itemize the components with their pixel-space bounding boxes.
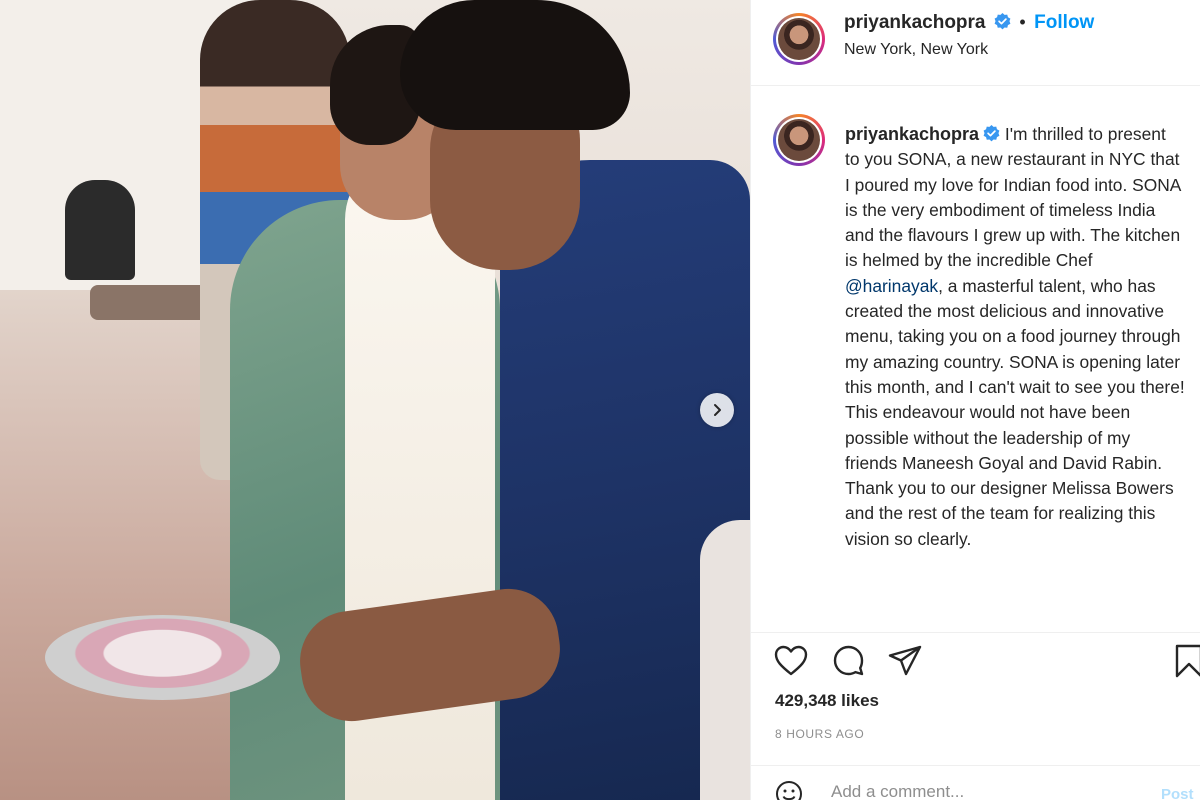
- comment-icon: [833, 645, 864, 676]
- comment-input[interactable]: [831, 782, 1111, 800]
- post-header: priyankachopra • Follow New York, New Yo…: [751, 0, 1200, 86]
- action-bar: 429,348 likes 8 HOURS AGO: [751, 632, 1200, 772]
- chevron-right-icon: [714, 404, 721, 416]
- heart-icon: [774, 645, 808, 676]
- caption-area: priyankachopra I'm thrilled to present t…: [751, 110, 1200, 625]
- emoji-icon[interactable]: [775, 780, 803, 800]
- location-link[interactable]: New York, New York: [844, 41, 988, 59]
- photo-right-edge-figure: [700, 520, 750, 800]
- like-button[interactable]: [773, 643, 809, 679]
- caption-text-part1: I'm thrilled to present to you SONA, a n…: [845, 124, 1181, 271]
- post-detail-panel: priyankachopra • Follow New York, New Yo…: [750, 0, 1200, 800]
- post-comment-button[interactable]: Post: [1161, 786, 1194, 800]
- header-userline: priyankachopra • Follow: [844, 12, 1094, 34]
- bookmark-icon: [1175, 644, 1200, 678]
- caption-username[interactable]: priyankachopra: [845, 124, 979, 144]
- share-button[interactable]: [887, 643, 923, 679]
- username-link[interactable]: priyankachopra: [844, 12, 986, 33]
- verified-badge-icon: [994, 13, 1011, 30]
- mention-link[interactable]: @harinayak: [845, 276, 938, 296]
- paper-plane-icon: [888, 645, 922, 676]
- caption: priyankachopra I'm thrilled to present t…: [845, 122, 1185, 552]
- comment-button[interactable]: [831, 643, 867, 679]
- next-image-button[interactable]: [700, 393, 734, 427]
- post-photo[interactable]: [0, 0, 750, 800]
- photo-dark-object: [65, 180, 135, 280]
- follow-button[interactable]: Follow: [1034, 12, 1094, 33]
- separator-dot: •: [1019, 12, 1026, 32]
- photo-plate: [45, 615, 280, 700]
- photo-man-hair: [400, 0, 630, 130]
- likes-count[interactable]: 429,348 likes: [775, 691, 879, 711]
- save-button[interactable]: [1171, 643, 1200, 679]
- caption-avatar[interactable]: [773, 114, 825, 166]
- verified-badge-icon: [983, 125, 1000, 142]
- caption-text-part2: , a masterful talent, who has created th…: [845, 275, 1185, 549]
- avatar[interactable]: [773, 13, 825, 65]
- comment-bar: Post: [751, 765, 1200, 800]
- post-timestamp[interactable]: 8 HOURS AGO: [775, 727, 864, 741]
